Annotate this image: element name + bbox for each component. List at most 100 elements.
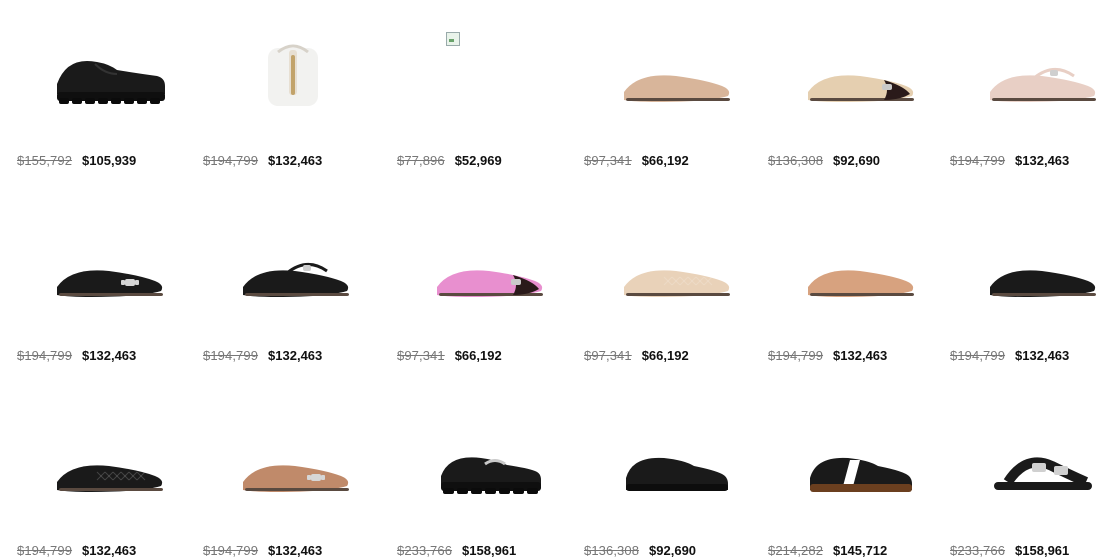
price-row: $97,341 $66,192 [584, 345, 689, 365]
sale-price: $92,690 [649, 542, 697, 558]
blush-mary-jane-flat-icon [980, 40, 1100, 110]
price-row: $194,799 $132,463 [203, 345, 322, 365]
beige-captoe-flat-icon [798, 40, 918, 110]
broken-image-icon [446, 32, 460, 46]
price-row: $194,799 $132,463 [950, 345, 1069, 365]
product-card[interactable]: $136,308 $92,690 [584, 410, 764, 560]
original-price: $136,308 [768, 152, 824, 168]
black-lug-loafer-icon [427, 430, 547, 500]
product-image[interactable] [950, 215, 1102, 325]
price-row: $97,341 $66,192 [584, 150, 689, 170]
product-card[interactable]: $136,308 $92,690 [768, 20, 948, 170]
original-price: $194,799 [950, 152, 1006, 168]
sale-price: $66,192 [641, 347, 689, 363]
sale-price: $145,712 [833, 542, 888, 558]
product-card[interactable]: $97,341 $66,192 [397, 215, 577, 365]
price-row: $194,799 $132,463 [203, 150, 322, 170]
product-card[interactable]: $194,799 $132,463 [17, 215, 197, 365]
tan-bow-flat-icon [233, 430, 353, 500]
black-bow-flat-icon [47, 235, 167, 305]
original-price: $155,792 [17, 152, 73, 168]
original-price: $194,799 [203, 542, 259, 558]
original-price: $136,308 [584, 542, 640, 558]
product-card[interactable]: $233,766 $158,961 [950, 410, 1102, 560]
sale-price: $158,961 [462, 542, 517, 558]
product-card[interactable]: $194,799 $132,463 [203, 410, 383, 560]
original-price: $194,799 [17, 347, 73, 363]
sale-price: $132,463 [268, 347, 323, 363]
sale-price: $158,961 [1015, 542, 1070, 558]
original-price: $97,341 [584, 152, 632, 168]
product-card[interactable]: $194,799 $132,463 [950, 20, 1102, 170]
price-row: $136,308 $92,690 [768, 150, 880, 170]
product-image[interactable] [584, 215, 764, 325]
product-card[interactable]: $97,341 $66,192 [584, 20, 764, 170]
price-row: $214,282 $145,712 [768, 540, 887, 560]
price-row: $77,896 $52,969 [397, 150, 502, 170]
sale-price: $66,192 [641, 152, 689, 168]
price-row: $194,799 $132,463 [768, 345, 887, 365]
sale-price: $132,463 [82, 542, 137, 558]
original-price: $97,341 [584, 347, 632, 363]
price-row: $155,792 $105,939 [17, 150, 136, 170]
product-image[interactable] [17, 410, 197, 520]
price-row: $136,308 $92,690 [584, 540, 696, 560]
sale-price: $92,690 [833, 152, 881, 168]
black-white-sneaker-icon [798, 430, 918, 500]
price-row: $194,799 $132,463 [17, 540, 136, 560]
product-image[interactable] [950, 410, 1102, 520]
black-quilted-flat-icon [47, 430, 167, 500]
product-image[interactable] [397, 410, 577, 520]
black-pointed-flat-icon [980, 235, 1100, 305]
original-price: $214,282 [768, 542, 824, 558]
original-price: $194,799 [203, 152, 259, 168]
product-card[interactable]: $194,799 $132,463 [17, 410, 197, 560]
product-image[interactable] [397, 20, 577, 130]
product-image[interactable] [768, 215, 948, 325]
tan-flat-icon [798, 235, 918, 305]
product-image[interactable] [584, 410, 764, 520]
product-grid: $155,792 $105,939 $194,799 $132,463 $77,896 $… [0, 0, 1102, 560]
price-row: $97,341 $66,192 [397, 345, 502, 365]
product-image[interactable] [584, 20, 764, 130]
product-card[interactable]: $155,792 $105,939 [17, 20, 197, 170]
black-sneaker-icon [614, 430, 734, 500]
product-card[interactable]: $194,799 $132,463 [203, 215, 383, 365]
original-price: $194,799 [768, 347, 824, 363]
product-image[interactable] [203, 215, 383, 325]
product-card[interactable]: $194,799 $132,463 [950, 215, 1102, 365]
price-row: $194,799 $132,463 [950, 150, 1069, 170]
product-card[interactable]: $97,341 $66,192 [584, 215, 764, 365]
sale-price: $132,463 [833, 347, 888, 363]
nude-ballet-flat-icon [614, 40, 734, 110]
pink-captoe-flat-icon [427, 235, 547, 305]
original-price: $233,766 [950, 542, 1006, 558]
price-row: $194,799 $132,463 [17, 345, 136, 365]
product-image[interactable] [17, 215, 197, 325]
sale-price: $52,969 [454, 152, 502, 168]
sale-price: $105,939 [82, 152, 137, 168]
product-card[interactable]: $194,799 $132,463 [768, 215, 948, 365]
product-image[interactable] [203, 410, 383, 520]
product-image[interactable] [17, 20, 197, 130]
product-card[interactable]: $194,799 $132,463 [203, 20, 383, 170]
original-price: $233,766 [397, 542, 453, 558]
sale-price: $66,192 [454, 347, 502, 363]
product-card[interactable]: $77,896 $52,969 [397, 20, 577, 170]
sale-price: $132,463 [268, 542, 323, 558]
product-card[interactable]: $214,282 $145,712 [768, 410, 948, 560]
product-image[interactable] [203, 20, 383, 130]
product-image[interactable] [768, 410, 948, 520]
black-mary-jane-icon [233, 235, 353, 305]
product-card[interactable]: $233,766 $158,961 [397, 410, 577, 560]
black-lug-oxford-icon [47, 40, 167, 110]
sale-price: $132,463 [1015, 347, 1070, 363]
price-row: $194,799 $132,463 [203, 540, 322, 560]
sale-price: $132,463 [268, 152, 323, 168]
original-price: $194,799 [203, 347, 259, 363]
product-image[interactable] [397, 215, 577, 325]
product-image[interactable] [768, 20, 948, 130]
price-row: $233,766 $158,961 [950, 540, 1069, 560]
product-image[interactable] [950, 20, 1102, 130]
white-backpack-icon [233, 40, 353, 110]
